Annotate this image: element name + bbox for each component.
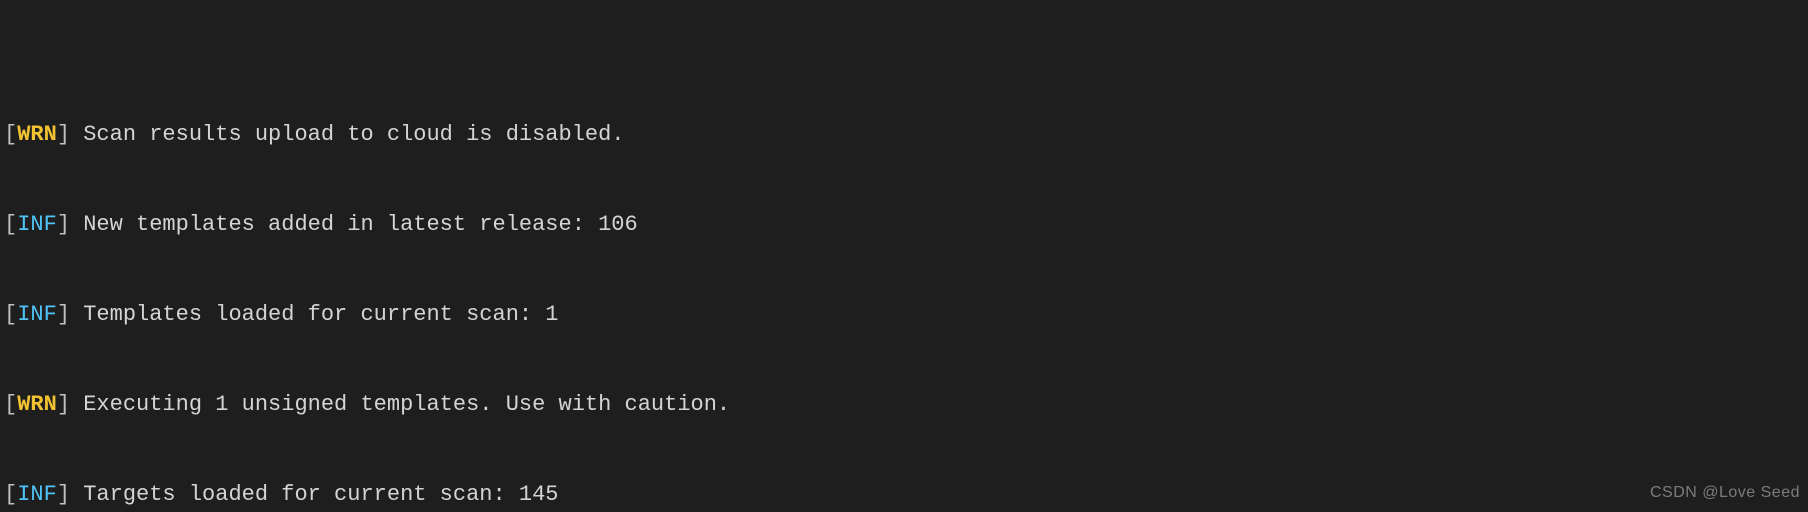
log-line: [WRN] Scan results upload to cloud is di… <box>4 120 1804 150</box>
log-line: [INF] New templates added in latest rele… <box>4 210 1804 240</box>
log-line: [INF] Templates loaded for current scan:… <box>4 300 1804 330</box>
tag-inf: INF <box>17 482 57 507</box>
log-line: [INF] Targets loaded for current scan: 1… <box>4 480 1804 510</box>
terminal-output: [WRN] Scan results upload to cloud is di… <box>0 0 1808 512</box>
tag-wrn: WRN <box>17 122 57 147</box>
watermark: CSDN @Love Seed <box>1650 478 1800 508</box>
log-line: [WRN] Executing 1 unsigned templates. Us… <box>4 390 1804 420</box>
tag-inf: INF <box>17 212 57 237</box>
tag-wrn: WRN <box>17 392 57 417</box>
tag-inf: INF <box>17 302 57 327</box>
